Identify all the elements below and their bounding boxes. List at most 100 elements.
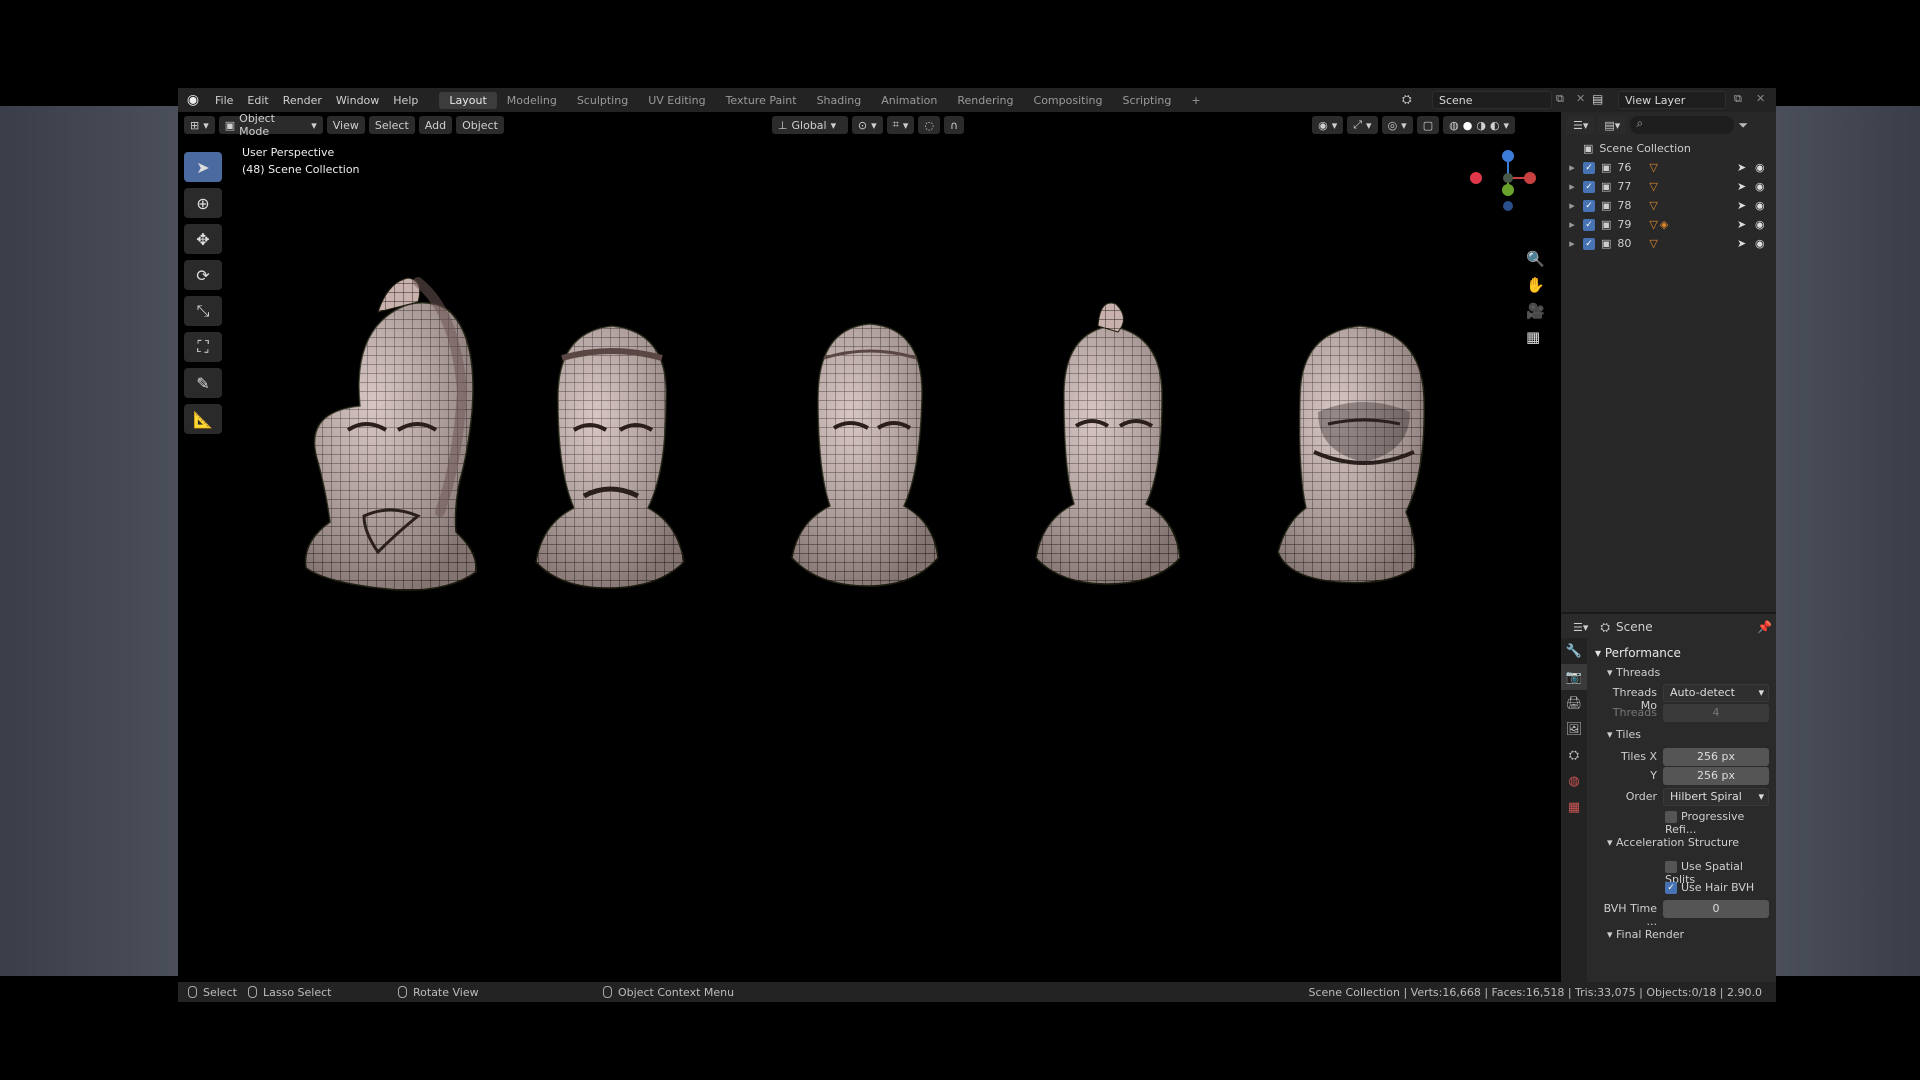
tab-animation[interactable]: Animation	[871, 92, 947, 109]
performance-panel-header[interactable]: ▾ Performance	[1595, 646, 1681, 660]
progressive-refine-checkbox[interactable]	[1665, 811, 1677, 823]
selectable-icon[interactable]: ➤	[1737, 199, 1746, 212]
visibility-button[interactable]: ◉ ▾	[1312, 116, 1344, 134]
view-layer-tab-icon[interactable]: 🖼	[1561, 716, 1587, 742]
menu-render[interactable]: Render	[276, 94, 329, 107]
scene-icon[interactable]: ⛭	[1402, 92, 1412, 107]
final-render-subpanel-header[interactable]: ▾ Final Render	[1607, 928, 1684, 941]
delete-scene-icon[interactable]: ✕	[1576, 92, 1585, 105]
exclude-checkbox[interactable]: ✓	[1583, 218, 1595, 231]
head-mesh-78[interactable]	[791, 323, 939, 587]
camera-view-icon[interactable]: 🎥	[1526, 302, 1545, 320]
blender-logo-icon[interactable]: ◉	[178, 92, 208, 108]
head-mesh-79[interactable]	[1035, 302, 1181, 585]
menu-object[interactable]: Object	[456, 116, 504, 134]
scene-selector[interactable]: Scene	[1432, 91, 1552, 109]
outliner-row[interactable]: ▸ ✓ ▣ 80 ▽ ➤ ◉	[1561, 234, 1776, 253]
menu-window[interactable]: Window	[329, 94, 386, 107]
head-mesh-76[interactable]	[304, 277, 477, 591]
delete-view-layer-icon[interactable]: ✕	[1756, 92, 1765, 105]
exclude-checkbox[interactable]: ✓	[1583, 161, 1595, 174]
selectable-icon[interactable]: ➤	[1737, 180, 1746, 193]
scene-tab-icon[interactable]: ⛭	[1561, 742, 1587, 768]
world-tab-icon[interactable]: ◍	[1561, 768, 1587, 794]
proportional-edit-button[interactable]: ◌	[918, 116, 941, 134]
snap-button[interactable]: ⌗ ▾	[886, 116, 915, 134]
head-mesh-80[interactable]	[1277, 325, 1425, 584]
display-mode-icon[interactable]: ▤▾	[1598, 116, 1627, 134]
output-tab-icon[interactable]: 🖨	[1561, 690, 1587, 716]
shading-modes[interactable]: ◍ ● ◑ ◐ ▾	[1443, 116, 1516, 134]
selectable-icon[interactable]: ➤	[1737, 218, 1746, 231]
transform-tool[interactable]: ⛶	[184, 332, 222, 362]
overlay-button[interactable]: ◎ ▾	[1381, 116, 1413, 134]
annotate-tool[interactable]: ✎	[184, 368, 222, 398]
expand-arrow-icon[interactable]: ▸	[1561, 218, 1583, 231]
exclude-checkbox[interactable]: ✓	[1583, 180, 1595, 193]
gizmo-button[interactable]: ⤢ ▾	[1347, 116, 1378, 134]
expand-arrow-icon[interactable]: ▸	[1561, 237, 1583, 250]
filter-icon[interactable]: ⏷	[1738, 118, 1748, 133]
tool-settings-tab-icon[interactable]: 🔧	[1561, 638, 1587, 664]
exclude-checkbox[interactable]: ✓	[1583, 237, 1595, 250]
expand-arrow-icon[interactable]: ▸	[1561, 199, 1583, 212]
tab-layout[interactable]: Layout	[439, 91, 497, 109]
tiles-subpanel-header[interactable]: ▾ Tiles	[1607, 728, 1641, 741]
tab-rendering[interactable]: Rendering	[947, 92, 1023, 109]
mode-dropdown[interactable]: ▣ Object Mode ▾	[218, 112, 323, 138]
new-view-layer-icon[interactable]: ⧉	[1734, 92, 1742, 106]
eye-icon[interactable]: ◉	[1755, 180, 1765, 193]
expand-arrow-icon[interactable]: ▸	[1561, 180, 1583, 193]
add-workspace-button[interactable]: +	[1181, 92, 1210, 109]
orientation-dropdown[interactable]: ⊥ Global ▾	[771, 116, 848, 134]
outliner-row[interactable]: ▸ ✓ ▣ 76 ▽ ➤ ◉	[1561, 158, 1776, 177]
measure-tool[interactable]: 📐	[184, 404, 222, 434]
spatial-splits-checkbox[interactable]	[1665, 861, 1677, 873]
rotate-tool[interactable]: ⟳	[184, 260, 222, 290]
scale-tool[interactable]: ⤡	[184, 296, 222, 326]
outliner-editor-type-icon[interactable]: ☰▾	[1567, 116, 1595, 134]
tab-modeling[interactable]: Modeling	[497, 92, 567, 109]
threads-count-field[interactable]: 4	[1663, 704, 1769, 722]
navigation-gizmo[interactable]	[1468, 148, 1548, 228]
hair-bvh-checkbox[interactable]: ✓	[1665, 882, 1677, 894]
head-mesh-77[interactable]	[535, 325, 685, 589]
expand-arrow-icon[interactable]: ▸	[1561, 161, 1583, 174]
menu-add[interactable]: Add	[418, 116, 453, 134]
hair-bvh-row[interactable]: ✓ Use Hair BVH	[1665, 881, 1754, 894]
3d-viewport[interactable]: ⊞ ▾ ▣ Object Mode ▾ View Select Add Object …	[178, 112, 1561, 982]
tab-uv-editing[interactable]: UV Editing	[638, 92, 715, 109]
menu-view[interactable]: View	[326, 116, 365, 134]
selectable-icon[interactable]: ➤	[1737, 161, 1746, 174]
cursor-tool[interactable]: ⊕	[184, 188, 222, 218]
menu-select[interactable]: Select	[368, 116, 415, 134]
editor-type-button[interactable]: ⊞ ▾	[184, 116, 215, 134]
menu-file[interactable]: File	[208, 94, 240, 107]
tab-compositing[interactable]: Compositing	[1024, 92, 1113, 109]
bvh-time-field[interactable]: 0	[1663, 900, 1769, 918]
properties-editor-type-icon[interactable]: ☰▾	[1567, 618, 1595, 636]
order-dropdown[interactable]: Hilbert Spiral ▾	[1663, 788, 1769, 806]
view-layer-selector[interactable]: View Layer	[1618, 91, 1726, 109]
outliner-row[interactable]: ▸ ✓ ▣ 77 ▽ ➤ ◉	[1561, 177, 1776, 196]
acceleration-subpanel-header[interactable]: ▾ Acceleration Structure	[1607, 836, 1739, 849]
outliner-row[interactable]: ▸ ✓ ▣ 79 ▽ ◈ ➤ ◉	[1561, 215, 1776, 234]
pivot-point-button[interactable]: ⊙ ▾	[851, 116, 883, 134]
tab-sculpting[interactable]: Sculpting	[567, 92, 638, 109]
render-tab-icon[interactable]: 📷	[1561, 664, 1587, 690]
eye-icon[interactable]: ◉	[1755, 218, 1765, 231]
falloff-button[interactable]: ∩	[944, 116, 965, 134]
scene-collection-row[interactable]: ▣ Scene Collection	[1561, 139, 1776, 158]
eye-icon[interactable]: ◉	[1755, 199, 1765, 212]
tab-shading[interactable]: Shading	[807, 92, 872, 109]
new-scene-icon[interactable]: ⧉	[1556, 92, 1564, 106]
tab-texture-paint[interactable]: Texture Paint	[716, 92, 807, 109]
threads-mode-dropdown[interactable]: Auto-detect ▾	[1663, 684, 1769, 702]
menu-help[interactable]: Help	[386, 94, 425, 107]
select-box-tool[interactable]: ➤	[184, 152, 222, 182]
pan-hand-icon[interactable]: ✋	[1526, 276, 1545, 294]
move-tool[interactable]: ✥	[184, 224, 222, 254]
outliner-row[interactable]: ▸ ✓ ▣ 78 ▽ ➤ ◉	[1561, 196, 1776, 215]
exclude-checkbox[interactable]: ✓	[1583, 199, 1595, 212]
progressive-refine-row[interactable]: Progressive Refi...	[1665, 810, 1776, 836]
